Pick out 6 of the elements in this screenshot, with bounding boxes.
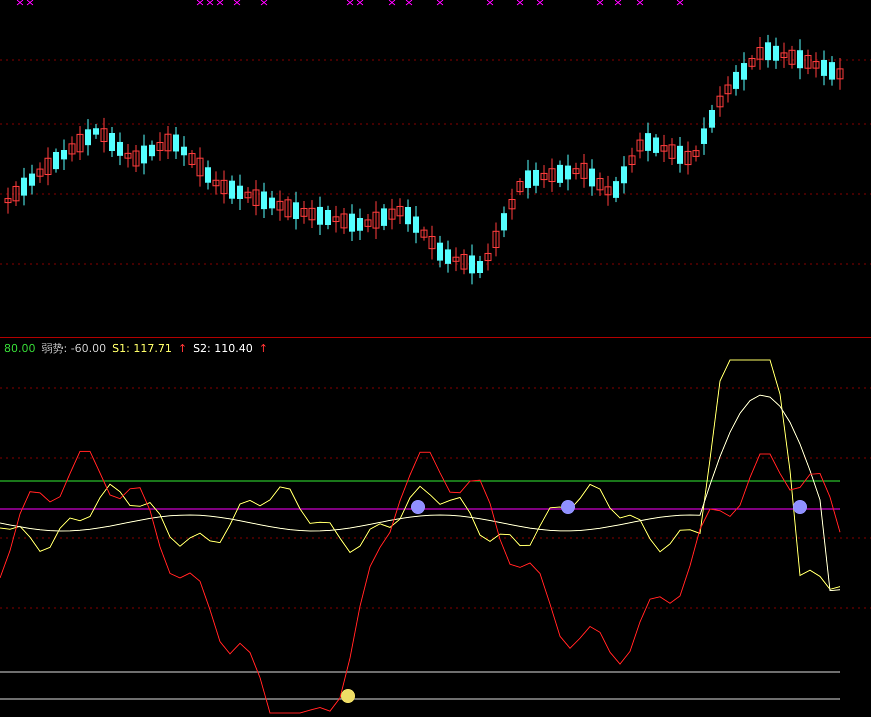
legend-value: 弱势: -60.00 <box>42 340 106 356</box>
legend-value: S2: 110.40 <box>193 342 253 354</box>
arrow-icon: ↑ <box>178 342 188 354</box>
arrow-icon: ↑ <box>258 342 268 354</box>
legend-value: S1: 117.71 <box>112 342 172 354</box>
legend-value: 80.00 <box>4 342 36 354</box>
